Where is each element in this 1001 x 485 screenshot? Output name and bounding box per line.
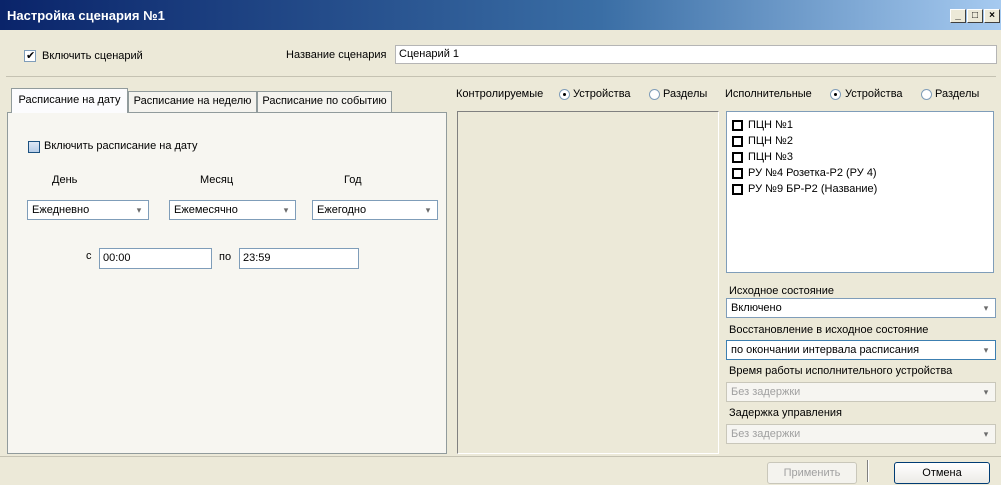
day-select-value: Ежедневно — [32, 204, 90, 216]
controlled-list[interactable] — [457, 111, 719, 454]
enable-date-schedule-checkbox[interactable] — [28, 141, 40, 153]
time-to-input[interactable]: 23:59 — [239, 248, 359, 269]
executive-sections-radio[interactable] — [921, 89, 932, 100]
year-select[interactable]: Ежегодно ▾ — [312, 200, 438, 220]
tab-event-schedule[interactable]: Расписание по событию — [257, 91, 392, 112]
controlled-label: Контролируемые — [456, 88, 544, 100]
chevron-down-icon[interactable]: ▾ — [980, 299, 992, 317]
apply-button[interactable]: Применить — [767, 462, 857, 484]
initial-state-label: Исходное состояние — [729, 285, 835, 297]
cancel-button[interactable]: Отмена — [894, 462, 990, 484]
list-item-label: ПЦН №1 — [748, 119, 793, 131]
scenario-settings-window: Настройка сценария №1 _ □ × Включить сце… — [0, 0, 1001, 485]
list-item-label: РУ №4 Розетка-Р2 (РУ 4) — [748, 167, 877, 179]
executive-item-checkbox[interactable] — [732, 136, 743, 147]
control-delay-select[interactable]: Без задержки ▾ — [726, 424, 996, 444]
executive-label: Исполнительные — [725, 88, 812, 100]
chevron-down-icon[interactable]: ▾ — [133, 201, 145, 219]
initial-state-value: Включено — [731, 302, 782, 314]
time-from-input[interactable]: 00:00 — [99, 248, 212, 269]
day-select[interactable]: Ежедневно ▾ — [27, 200, 149, 220]
controlled-sections-radio[interactable] — [649, 89, 660, 100]
chevron-down-icon[interactable]: ▾ — [980, 425, 992, 443]
year-label: Год — [344, 174, 362, 186]
list-item-label: РУ №9 БР-Р2 (Название) — [748, 183, 878, 195]
time-to-label: по — [219, 251, 232, 263]
enable-scenario-checkbox[interactable] — [24, 49, 36, 62]
restore-value: по окончании интервала расписания — [731, 344, 920, 356]
scenario-name-label: Название сценария — [286, 49, 387, 61]
enable-scenario-label: Включить сценарий — [42, 50, 143, 62]
window-title: Настройка сценария №1 — [7, 8, 165, 23]
list-item-label: ПЦН №3 — [748, 151, 793, 163]
month-select-value: Ежемесячно — [174, 204, 238, 216]
controlled-devices-label: Устройства — [573, 88, 631, 100]
header-divider — [6, 76, 996, 77]
day-label: День — [52, 174, 78, 186]
title-bar[interactable]: Настройка сценария №1 _ □ × — [0, 0, 1001, 30]
control-delay-value: Без задержки — [731, 428, 801, 440]
chevron-down-icon[interactable]: ▾ — [280, 201, 292, 219]
restore-select[interactable]: по окончании интервала расписания ▾ — [726, 340, 996, 360]
date-schedule-panel — [7, 112, 447, 454]
executive-devices-list[interactable]: ПЦН №1 ПЦН №2 ПЦН №3 РУ №4 Розетка-Р2 (Р… — [726, 111, 994, 273]
scenario-name-input[interactable]: Сценарий 1 — [395, 45, 997, 64]
month-select[interactable]: Ежемесячно ▾ — [169, 200, 296, 220]
maximize-button[interactable]: □ — [967, 9, 983, 23]
chevron-down-icon[interactable]: ▾ — [422, 201, 434, 219]
control-delay-label: Задержка управления — [729, 407, 842, 419]
executive-sections-label: Разделы — [935, 88, 980, 100]
executive-item-checkbox[interactable] — [732, 184, 743, 195]
executive-devices-radio[interactable] — [830, 89, 841, 100]
time-from-label: с — [86, 250, 92, 262]
chevron-down-icon[interactable]: ▾ — [980, 341, 992, 359]
controlled-sections-label: Разделы — [663, 88, 708, 100]
month-label: Месяц — [200, 174, 234, 186]
executive-item-checkbox[interactable] — [732, 168, 743, 179]
minimize-button[interactable]: _ — [950, 9, 966, 23]
chevron-down-icon[interactable]: ▾ — [980, 383, 992, 401]
tab-week-schedule[interactable]: Расписание на неделю — [128, 91, 257, 112]
work-time-label: Время работы исполнительного устройства — [729, 365, 953, 377]
controlled-devices-radio[interactable] — [559, 89, 570, 100]
initial-state-select[interactable]: Включено ▾ — [726, 298, 996, 318]
footer-divider — [0, 456, 1001, 457]
executive-devices-label: Устройства — [845, 88, 903, 100]
enable-date-schedule-label: Включить расписание на дату — [44, 140, 198, 152]
year-select-value: Ежегодно — [317, 204, 367, 216]
restore-label: Восстановление в исходное состояние — [729, 324, 929, 336]
list-item-label: ПЦН №2 — [748, 135, 793, 147]
work-time-value: Без задержки — [731, 386, 801, 398]
work-time-select[interactable]: Без задержки ▾ — [726, 382, 996, 402]
footer-separator-highlight — [868, 460, 869, 482]
tab-date-schedule[interactable]: Расписание на дату — [11, 88, 128, 113]
executive-item-checkbox[interactable] — [732, 120, 743, 131]
executive-item-checkbox[interactable] — [732, 152, 743, 163]
close-button[interactable]: × — [984, 9, 1000, 23]
